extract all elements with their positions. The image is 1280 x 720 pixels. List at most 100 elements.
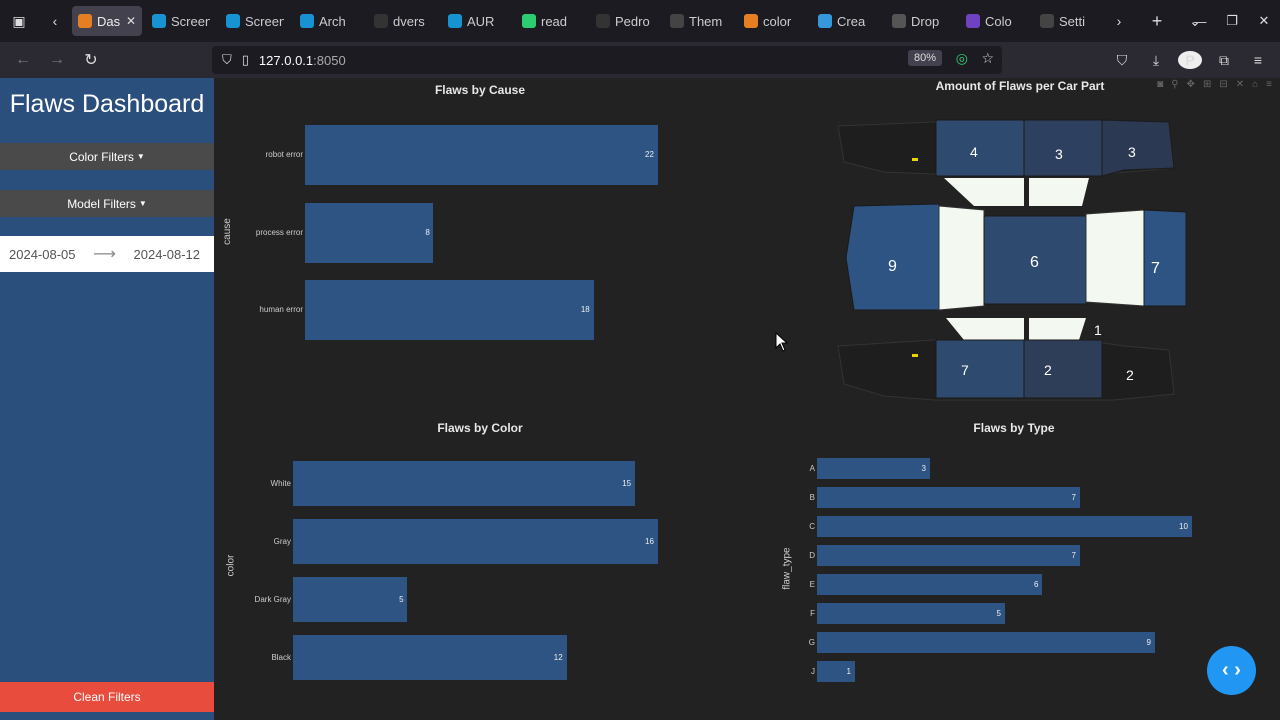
bar-value-label: 12 [553, 652, 563, 662]
back-icon[interactable]: ← [6, 45, 40, 75]
account-avatar[interactable]: P [1178, 51, 1202, 69]
shield-icon[interactable]: ⛉ [222, 52, 232, 68]
category-label: Dark Gray [254, 594, 291, 604]
url-host: 127.0.0.1 [258, 52, 314, 68]
caret-down-icon: ▼ [138, 199, 147, 208]
car-part-value: 4 [970, 144, 978, 160]
date-start-input[interactable]: 2024-08-05 [9, 247, 76, 262]
browser-tab[interactable]: Setti [1034, 6, 1104, 36]
tab-label: Dash [97, 13, 121, 29]
car-part-value: 2 [1126, 367, 1134, 383]
browser-tab[interactable]: Crea [812, 6, 882, 36]
color-filters-button[interactable]: Color Filters ▼ [0, 143, 214, 170]
car-part-value: 6 [1030, 254, 1039, 271]
browser-tab[interactable]: Colo [960, 6, 1030, 36]
tab-label: Drop [911, 13, 940, 29]
extensions-icon[interactable]: ⧉ [1212, 52, 1236, 69]
bar-a [817, 458, 930, 479]
tab-label: Them [689, 13, 723, 29]
car-map-panel: Amount of Flaws per Car Part ◙ ⚲ ✥ ⊞ ⊟ ✕… [824, 78, 1280, 413]
dashboard-title: Flaws Dashboard [9, 90, 205, 118]
tab-label: dvers [393, 13, 425, 29]
category-label: White [270, 478, 291, 488]
category-label: G [808, 637, 815, 647]
browser-tab[interactable]: Them [664, 6, 734, 36]
bar-c [817, 516, 1192, 537]
car-part-rear-door-bottom [1023, 339, 1103, 399]
zoom-level[interactable]: 80% [907, 50, 942, 66]
browser-tab[interactable]: read [516, 6, 586, 36]
tab-favicon-icon [152, 14, 166, 28]
car-map-svg [837, 119, 1187, 401]
window-top-front [944, 178, 1024, 206]
y-axis-label: cause [221, 218, 233, 245]
tab-label: Screen [245, 13, 284, 29]
car-part-rear-door-top [1023, 119, 1103, 177]
browser-tab-bar: ▣ ‹ Dash ✕ Screen Screen Arch dvers AUR read Ped… [0, 0, 1280, 42]
downloads-icon[interactable]: ⤓ [1144, 52, 1168, 69]
tab-label: Setti [1059, 13, 1086, 29]
tab-favicon-icon [522, 14, 536, 28]
tab-favicon-icon [744, 14, 758, 28]
url-port: :8050 [313, 52, 346, 68]
scroll-tabs-left-icon[interactable]: ‹ [38, 6, 72, 36]
forward-icon[interactable]: → [40, 45, 74, 75]
browser-tab[interactable]: Dash ✕ [72, 6, 142, 36]
restore-icon[interactable]: ❐ [1216, 13, 1248, 29]
clean-filters-button[interactable]: Clean Filters [0, 682, 214, 712]
category-label: Black [271, 652, 291, 662]
browser-tab[interactable]: AUR [442, 6, 512, 36]
tab-favicon-icon [78, 14, 92, 28]
bar-d [817, 545, 1080, 566]
browser-tab[interactable]: Drop [886, 6, 956, 36]
model-filters-button[interactable]: Model Filters ▼ [0, 190, 214, 217]
car-part-rear-quarter-top [1101, 119, 1175, 177]
browser-tab[interactable]: Screen [220, 6, 290, 36]
light-top [912, 158, 918, 161]
bar-value-label: 9 [1146, 637, 1151, 647]
tab-favicon-icon [596, 14, 610, 28]
bar-human-error [305, 280, 594, 340]
reload-icon[interactable]: ↻ [74, 45, 108, 75]
url-text[interactable]: 127.0.0.1:8050 [259, 53, 346, 68]
bar-robot-error [305, 125, 658, 185]
url-bar[interactable]: ⛉ ▯ 127.0.0.1:8050 80% ◎ ☆ [212, 46, 1002, 74]
extension-green-icon[interactable]: ◎ [956, 50, 968, 67]
close-window-icon[interactable]: ✕ [1248, 13, 1280, 29]
minimize-icon[interactable]: — [1184, 14, 1216, 29]
category-label: E [809, 579, 815, 589]
tab-overview-icon[interactable]: ▣ [0, 6, 38, 36]
pocket-icon[interactable]: ⛉ [1110, 52, 1134, 69]
color-filters-label: Color Filters [69, 149, 134, 164]
browser-tab[interactable]: Arch [294, 6, 364, 36]
scroll-tabs-right-icon[interactable]: › [1104, 6, 1134, 36]
category-label: J [811, 666, 815, 676]
browser-tab[interactable]: Screen [146, 6, 216, 36]
tab-favicon-icon [448, 14, 462, 28]
new-tab-icon[interactable]: + [1142, 6, 1172, 36]
menu-icon[interactable]: ≡ [1246, 52, 1270, 68]
browser-tab[interactable]: Pedro [590, 6, 660, 36]
tab-favicon-icon [966, 14, 980, 28]
browser-tab[interactable]: dvers [368, 6, 438, 36]
bar-e [817, 574, 1042, 595]
car-part-front-door-bottom [935, 339, 1025, 399]
dashboard-main: Flaws by Cause cause robot error 22 process … [214, 78, 1280, 720]
bar-value-label: 8 [425, 227, 430, 237]
y-axis-label: color [225, 554, 237, 577]
tab-label: Screen [171, 13, 210, 29]
dev-tools-toggle-button[interactable]: ‹ › [1207, 646, 1256, 695]
date-range-picker: 2024-08-05 ⟶ 2024-08-12 [0, 236, 214, 272]
bookmark-star-icon[interactable]: ☆ [981, 50, 994, 67]
car-part-value: 3 [1055, 146, 1063, 162]
close-tab-icon[interactable]: ✕ [126, 14, 136, 28]
date-end-input[interactable]: 2024-08-12 [134, 247, 201, 262]
bar-value-label: 1 [846, 666, 851, 676]
tab-favicon-icon [374, 14, 388, 28]
car-part-front-door-top [935, 119, 1025, 177]
windshield [938, 205, 985, 311]
bar-value-label: 10 [1179, 521, 1188, 531]
browser-tab[interactable]: color [738, 6, 808, 36]
model-filters-label: Model Filters [67, 196, 136, 211]
toolbar-right: ⛉ ⤓ P ⧉ ≡ [1110, 42, 1270, 78]
